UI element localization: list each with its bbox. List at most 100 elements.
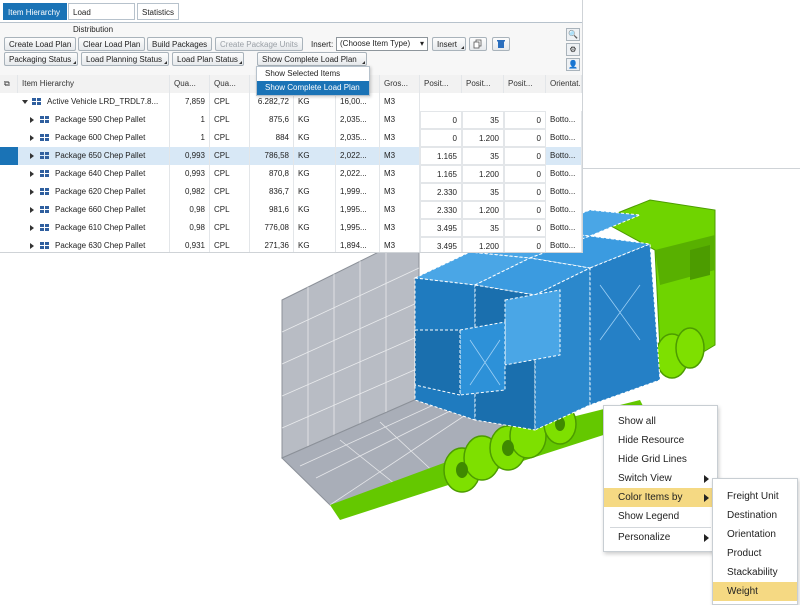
package-position-y[interactable]: 35: [462, 147, 504, 165]
package-volume-unit: M3: [380, 129, 420, 147]
user-icon[interactable]: 👤: [566, 58, 580, 71]
column-header-position-z[interactable]: Posit...: [504, 75, 546, 93]
column-header-item-hierarchy[interactable]: Item Hierarchy: [18, 75, 170, 93]
package-position-x[interactable]: 2.330: [420, 201, 462, 219]
table-row[interactable]: Package 600 Chep Pallet 1 CPL 884 KG 2,035...…: [0, 129, 582, 148]
package-position-z[interactable]: 0: [504, 237, 546, 252]
row-selector-icon[interactable]: ⧉: [0, 75, 18, 93]
submenu-item-stackability[interactable]: Stackability: [713, 563, 797, 582]
menu-item-hide-resource[interactable]: Hide Resource: [604, 431, 717, 450]
package-position-x[interactable]: 2.330: [420, 183, 462, 201]
package-position-z[interactable]: 0: [504, 165, 546, 183]
menu-item-switch-view[interactable]: Switch View: [604, 469, 717, 488]
package-position-y[interactable]: 1.200: [462, 237, 504, 252]
load-plan-status-label: Load Plan Status: [177, 55, 238, 64]
create-load-plan-button[interactable]: Create Load Plan: [4, 37, 77, 51]
row-selected-marker[interactable]: [0, 147, 18, 165]
package-position-x[interactable]: 1.165: [420, 147, 462, 165]
submenu-item-product[interactable]: Product: [713, 544, 797, 563]
package-position-y[interactable]: 35: [462, 183, 504, 201]
delete-icon[interactable]: [492, 37, 510, 51]
package-volume: 2,022...: [336, 147, 380, 165]
create-package-units-button[interactable]: Create Package Units: [215, 37, 303, 51]
package-position-y[interactable]: 35: [462, 219, 504, 237]
package-position-x[interactable]: 3.495: [420, 237, 462, 252]
package-position-y[interactable]: 1.200: [462, 201, 504, 219]
expand-icon[interactable]: [30, 225, 34, 231]
column-header-position-y[interactable]: Posit...: [462, 75, 504, 93]
vehicle-unit: CPL: [210, 93, 250, 111]
zoom-icon[interactable]: 🔍: [566, 28, 580, 41]
package-position-x[interactable]: 0: [420, 111, 462, 129]
package-unit: CPL: [210, 183, 250, 201]
column-header-quantity-unit[interactable]: Qua...: [210, 75, 250, 93]
build-packages-button[interactable]: Build Packages: [147, 37, 213, 51]
personalize-label: Personalize: [618, 532, 671, 543]
package-position-y[interactable]: 35: [462, 111, 504, 129]
pallet-icon: [40, 188, 50, 197]
package-volume: 1,995...: [336, 201, 380, 219]
package-position-z[interactable]: 0: [504, 111, 546, 129]
expand-icon[interactable]: [30, 207, 34, 213]
tab-item-hierarchy[interactable]: Item Hierarchy: [3, 3, 67, 20]
menu-item-show-all[interactable]: Show all: [604, 412, 717, 431]
package-position-y[interactable]: 1.200: [462, 165, 504, 183]
item-type-select[interactable]: (Choose Item Type) ▾: [336, 37, 428, 51]
show-complete-load-plan-button[interactable]: Show Complete Load Plan: [257, 52, 367, 66]
package-weight: 870,8: [250, 165, 294, 183]
package-position-z[interactable]: 0: [504, 147, 546, 165]
menu-item-hide-grid-lines[interactable]: Hide Grid Lines: [604, 450, 717, 469]
expand-icon[interactable]: [30, 117, 34, 123]
tab-statistics[interactable]: Statistics: [137, 3, 179, 20]
package-position-z[interactable]: 0: [504, 129, 546, 147]
package-position-x[interactable]: 0: [420, 129, 462, 147]
package-position-z[interactable]: 0: [504, 201, 546, 219]
menu-item-color-items-by[interactable]: Color Items by: [604, 488, 717, 507]
clear-load-plan-button[interactable]: Clear Load Plan: [78, 37, 146, 51]
dropdown-item-show-selected-items[interactable]: Show Selected Items: [257, 67, 369, 81]
package-position-z[interactable]: 0: [504, 183, 546, 201]
settings-icon[interactable]: ⚙: [566, 43, 580, 56]
insert-button-label: Insert: [437, 40, 458, 49]
column-header-quantity[interactable]: Qua...: [170, 75, 210, 93]
expand-icon[interactable]: [30, 135, 34, 141]
package-weight: 836,7: [250, 183, 294, 201]
column-header-position-x[interactable]: Posit...: [420, 75, 462, 93]
load-planning-status-button[interactable]: Load Planning Status: [81, 52, 169, 66]
expand-icon[interactable]: [30, 243, 34, 249]
table-row[interactable]: Package 590 Chep Pallet 1 CPL 875,6 KG 2,035.…: [0, 111, 582, 130]
expand-icon[interactable]: [30, 189, 34, 195]
insert-button[interactable]: Insert: [432, 37, 466, 51]
submenu-item-destination[interactable]: Destination: [713, 506, 797, 525]
table-row[interactable]: Package 650 Chep Pallet 0,993 CPL 786,58 KG 2…: [0, 147, 582, 166]
package-volume: 2,035...: [336, 111, 380, 129]
packaging-status-button[interactable]: Packaging Status: [4, 52, 78, 66]
expand-icon[interactable]: [30, 153, 34, 159]
submenu-item-orientation[interactable]: Orientation: [713, 525, 797, 544]
package-position-x[interactable]: 1.165: [420, 165, 462, 183]
table-row[interactable]: Package 620 Chep Pallet 0,982 CPL 836,7 KG 1,…: [0, 183, 582, 202]
package-volume-unit: M3: [380, 219, 420, 237]
tab-load-distribution[interactable]: Load Distribution: [68, 3, 135, 34]
submenu-item-freight-unit[interactable]: Freight Unit: [713, 487, 797, 506]
collapse-icon[interactable]: [22, 100, 28, 104]
package-volume-unit: M3: [380, 111, 420, 129]
package-position-y[interactable]: 1.200: [462, 129, 504, 147]
copy-icon[interactable]: [469, 37, 487, 51]
package-position-x[interactable]: 3.495: [420, 219, 462, 237]
table-row[interactable]: Package 630 Chep Pallet 0,931 CPL 271,36 KG 1…: [0, 237, 582, 252]
table-row[interactable]: Package 610 Chep Pallet 0,98 CPL 776,08 KG 1,…: [0, 219, 582, 238]
table-row[interactable]: Package 660 Chep Pallet 0,98 CPL 981,6 KG 1,9…: [0, 201, 582, 220]
submenu-item-weight[interactable]: Weight: [713, 582, 797, 601]
package-position-z[interactable]: 0: [504, 219, 546, 237]
column-header-gross[interactable]: Gros...: [380, 75, 420, 93]
dropdown-item-show-complete-load-plan[interactable]: Show Complete Load Plan: [257, 81, 369, 95]
menu-item-show-legend[interactable]: Show Legend: [604, 507, 717, 526]
menu-item-personalize[interactable]: Personalize: [604, 528, 717, 547]
table-row[interactable]: Package 640 Chep Pallet 0,993 CPL 870,8 KG 2,…: [0, 165, 582, 184]
vehicle-name: Active Vehicle LRD_TRDL7.8...: [43, 93, 170, 111]
package-weight-unit: KG: [294, 201, 336, 219]
load-plan-status-button[interactable]: Load Plan Status: [172, 52, 244, 66]
column-header-orientation[interactable]: Orientat...: [546, 75, 582, 93]
expand-icon[interactable]: [30, 171, 34, 177]
